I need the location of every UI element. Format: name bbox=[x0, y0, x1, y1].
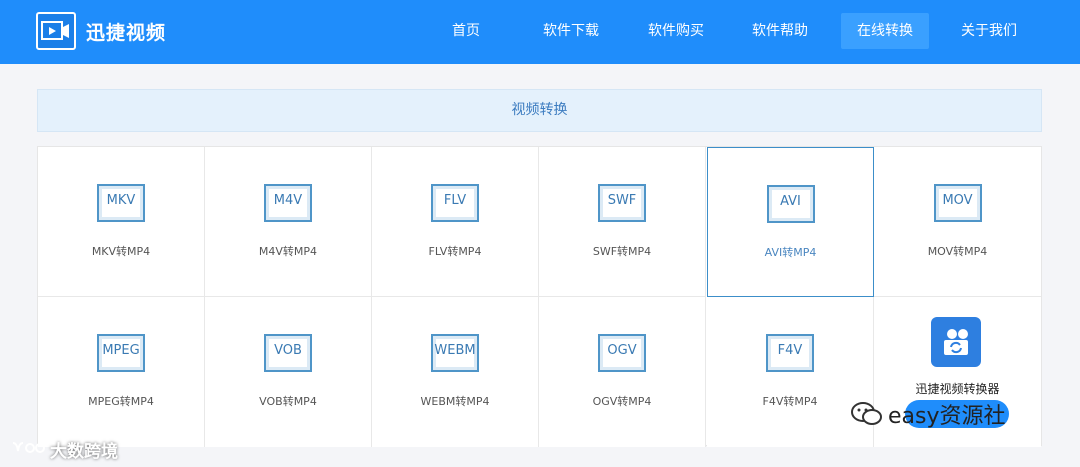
mpeg-file-icon: MPEG bbox=[97, 334, 145, 372]
wechat-icon bbox=[851, 402, 882, 425]
format-label: MPEG转MP4 bbox=[88, 395, 154, 408]
watermark-right: easy资源社 bbox=[850, 398, 1006, 430]
nav-online-convert[interactable]: 在线转换 bbox=[841, 13, 929, 49]
swf-file-icon: SWF bbox=[598, 184, 646, 222]
format-label: F4V转MP4 bbox=[762, 395, 818, 408]
watermark-logo-icon bbox=[12, 441, 45, 453]
format-label: VOB转MP4 bbox=[259, 395, 317, 408]
f4v-file-icon: F4V bbox=[766, 334, 814, 372]
format-card-vob[interactable]: VOB VOB转MP4 bbox=[205, 297, 372, 447]
format-card-avi[interactable]: AVI AVI转MP4 bbox=[707, 147, 874, 297]
converter-app-icon bbox=[931, 317, 981, 367]
webm-file-icon: WEBM bbox=[431, 334, 479, 372]
format-label: AVI转MP4 bbox=[764, 246, 817, 259]
mov-file-icon: MOV bbox=[933, 184, 982, 222]
format-card-mpeg[interactable]: MPEG MPEG转MP4 bbox=[38, 297, 205, 447]
promo-label: 迅捷视频转换器 bbox=[915, 382, 1000, 396]
mkv-file-icon: MKV bbox=[97, 184, 145, 222]
format-card-flv[interactable]: FLV FLV转MP4 bbox=[372, 147, 539, 297]
nav-about[interactable]: 关于我们 bbox=[950, 13, 1028, 49]
ogv-file-icon: OGV bbox=[598, 334, 646, 372]
top-header: 迅捷视频 首页 软件下载 软件购买 软件帮助 在线转换 关于我们 bbox=[0, 0, 1080, 64]
m4v-file-icon: M4V bbox=[264, 184, 312, 222]
brand-logo[interactable]: 迅捷视频 bbox=[36, 12, 166, 50]
format-label: SWF转MP4 bbox=[592, 245, 652, 258]
nav-help[interactable]: 软件帮助 bbox=[741, 13, 819, 49]
flv-file-icon: FLV bbox=[431, 184, 479, 222]
section-title: 视频转换 bbox=[37, 89, 1042, 132]
format-card-m4v[interactable]: M4V M4V转MP4 bbox=[205, 147, 372, 297]
format-label: FLV转MP4 bbox=[428, 245, 482, 258]
format-card-mkv[interactable]: MKV MKV转MP4 bbox=[38, 147, 205, 297]
avi-file-icon: AVI bbox=[766, 185, 815, 223]
video-logo-icon bbox=[36, 12, 76, 50]
watermark-right-text: easy资源社 bbox=[888, 404, 1006, 429]
format-label: WEBM转MP4 bbox=[420, 395, 490, 408]
nav-download[interactable]: 软件下载 bbox=[532, 13, 610, 49]
format-card-f4v[interactable]: F4V F4V转MP4 bbox=[707, 297, 874, 447]
watermark-left: 大数跨境 bbox=[10, 437, 118, 462]
format-card-mov[interactable]: MOV MOV转MP4 bbox=[874, 147, 1041, 297]
format-card-ogv[interactable]: OGV OGV转MP4 bbox=[539, 297, 706, 447]
format-card-swf[interactable]: SWF SWF转MP4 bbox=[539, 147, 706, 297]
nav-home[interactable]: 首页 bbox=[436, 13, 496, 49]
format-label: MOV转MP4 bbox=[927, 245, 988, 258]
format-label: MKV转MP4 bbox=[91, 245, 151, 258]
nav-purchase[interactable]: 软件购买 bbox=[637, 13, 715, 49]
vob-file-icon: VOB bbox=[264, 334, 312, 372]
format-label: M4V转MP4 bbox=[258, 245, 318, 258]
brand-name: 迅捷视频 bbox=[86, 21, 167, 44]
watermark-left-text: 大数跨境 bbox=[50, 442, 118, 462]
format-label: OGV转MP4 bbox=[592, 395, 652, 408]
format-card-webm[interactable]: WEBM WEBM转MP4 bbox=[372, 297, 539, 447]
